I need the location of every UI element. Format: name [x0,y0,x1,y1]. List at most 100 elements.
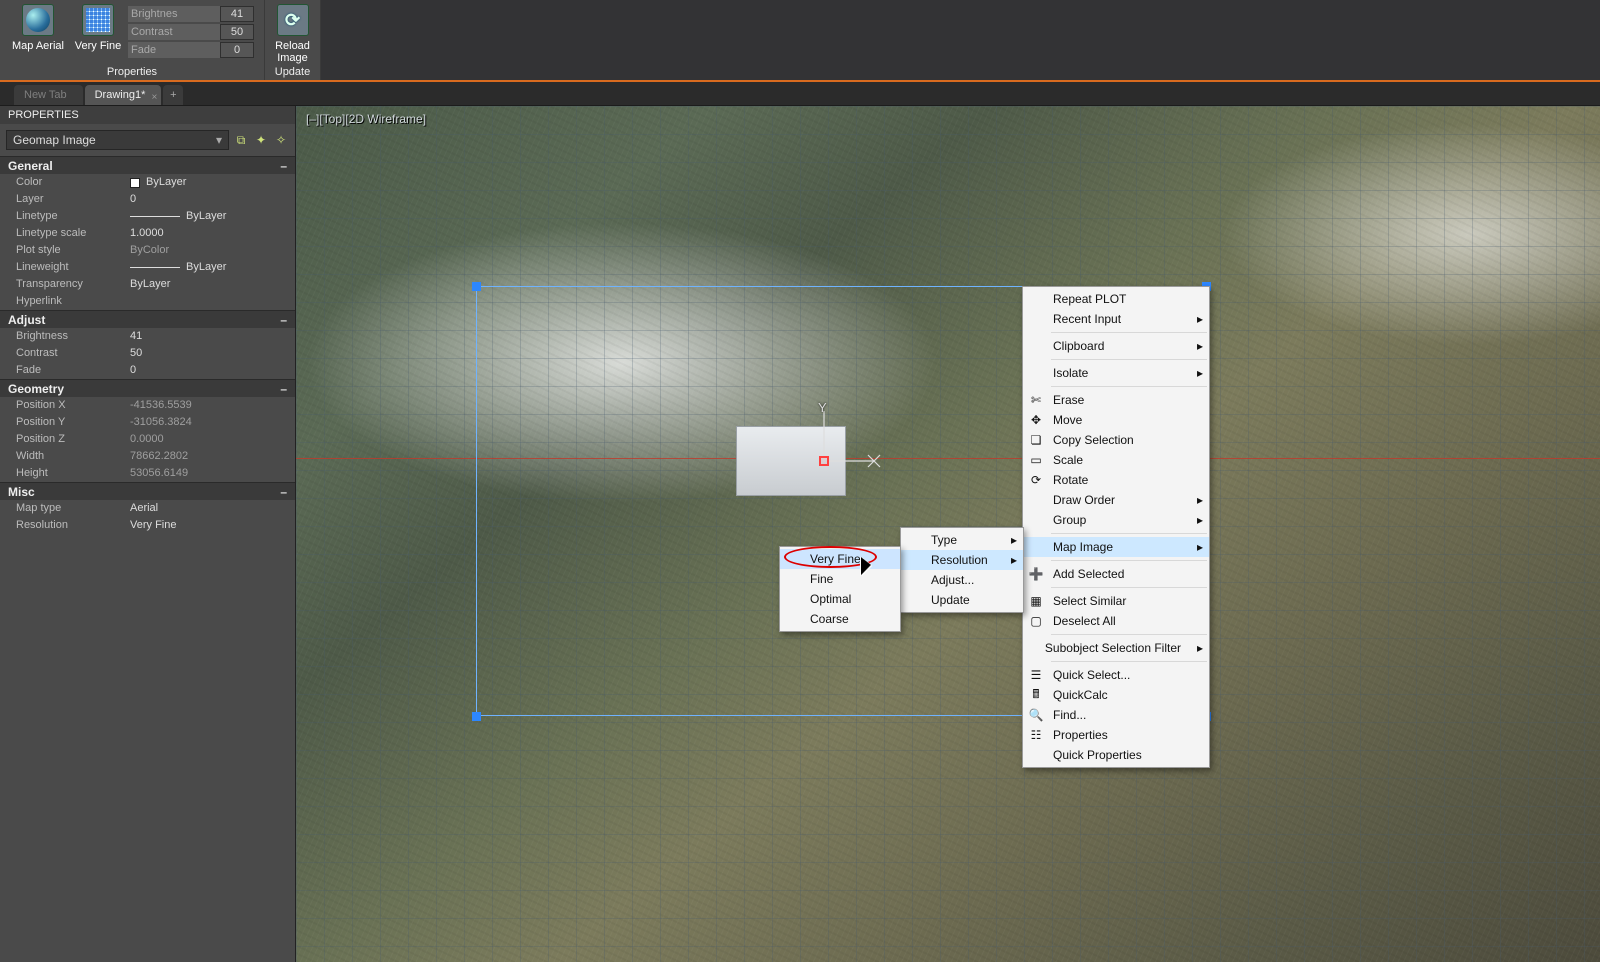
prop-plotstyle: ByColor [130,242,295,259]
section-misc[interactable]: Misc– [0,482,295,500]
ribbon-group-properties-title: Properties [8,65,256,80]
grid-icon [82,4,114,36]
quick-select-icon[interactable]: ✧ [273,132,289,148]
fade-slider[interactable]: Fade [128,42,254,58]
cmenu-find[interactable]: 🔍Find... [1023,705,1209,725]
cmenu-type[interactable]: Type▸ [901,530,1023,550]
prop-lineweight[interactable]: ByLayer [130,259,295,276]
cmenu-add-selected[interactable]: ➕Add Selected [1023,564,1209,584]
cmenu-deselect-all[interactable]: ▢Deselect All [1023,611,1209,631]
add-selected-icon: ➕ [1023,567,1049,581]
resolution-veryfine-button[interactable]: Very Fine [68,4,128,52]
drawing-viewport[interactable]: [–][Top][2D Wireframe] Y Repeat PLOT Rec… [296,106,1600,962]
cmenu-copy-selection[interactable]: ❏Copy Selection [1023,430,1209,450]
grip-top-left[interactable] [472,282,481,291]
map-aerial-button[interactable]: Map Aerial [8,4,68,52]
properties-title: PROPERTIES [0,106,295,124]
properties-icon: ☷ [1023,728,1049,742]
fade-value[interactable] [220,42,254,58]
cmenu-res-optimal[interactable]: Optimal [780,589,900,609]
cmenu-select-similar[interactable]: ▦Select Similar [1023,591,1209,611]
section-general[interactable]: General– [0,156,295,174]
grip-bottom-left[interactable] [472,712,481,721]
prop-transparency[interactable]: ByLayer [130,276,295,293]
prop-color[interactable]: ByLayer [130,174,295,191]
cmenu-draw-order[interactable]: Draw Order▸ [1023,490,1209,510]
erase-icon: ✄ [1023,393,1049,407]
cmenu-res-coarse[interactable]: Coarse [780,609,900,629]
section-geometry[interactable]: Geometry– [0,379,295,397]
ribbon-group-update-title: Update [273,65,312,80]
map-aerial-icon [22,4,54,36]
prop-layer[interactable]: 0 [130,191,295,208]
contrast-slider[interactable]: Contrast [128,24,254,40]
quickselect-icon: ☰ [1023,668,1049,682]
prop-height: 53056.6149 [130,465,295,482]
scale-icon: ▭ [1023,453,1049,467]
context-menu-mapimage: Type▸ Resolution▸ Adjust... Update [900,527,1024,613]
cmenu-clipboard[interactable]: Clipboard▸ [1023,336,1209,356]
resolution-label: Very Fine [68,40,128,52]
calc-icon: 🖩 [1023,685,1049,706]
cmenu-repeat-plot[interactable]: Repeat PLOT [1023,289,1209,309]
tab-add[interactable]: + [163,85,183,105]
context-menu: Repeat PLOT Recent Input▸ Clipboard▸ Iso… [1022,286,1210,768]
reload-image-button[interactable]: ReloadImage [273,4,312,64]
object-type-dropdown[interactable]: Geomap Image▾ [6,130,229,150]
cmenu-update[interactable]: Update [901,590,1023,610]
cmenu-map-image[interactable]: Map Image▸ [1023,537,1209,557]
brightness-value[interactable] [220,6,254,22]
close-icon[interactable]: × [152,88,158,108]
context-menu-resolution: Very Fine Fine Optimal Coarse [779,546,901,632]
cmenu-resolution[interactable]: Resolution▸ [901,550,1023,570]
deselect-icon: ▢ [1023,614,1049,628]
cmenu-subobject-filter[interactable]: Subobject Selection Filter▸ [1023,638,1209,658]
prop-linetype-scale[interactable]: 1.0000 [130,225,295,242]
toggle-pickadd-icon[interactable]: ⧉ [233,132,249,148]
cmenu-isolate[interactable]: Isolate▸ [1023,363,1209,383]
prop-position-z: 0.0000 [130,431,295,448]
map-aerial-label: Map Aerial [8,40,68,52]
prop-position-x: -41536.5539 [130,397,295,414]
brightness-slider[interactable]: Brightness [128,6,254,22]
chevron-down-icon: ▾ [216,133,222,147]
cmenu-recent-input[interactable]: Recent Input▸ [1023,309,1209,329]
prop-contrast[interactable]: 50 [130,345,295,362]
ucs-origin-grip[interactable] [819,456,829,466]
reload-icon [277,4,309,36]
ribbon: Map Aerial Very Fine Brightness Contrast [0,0,1600,82]
tab-new[interactable]: New Tab [14,85,83,105]
cmenu-scale[interactable]: ▭Scale [1023,450,1209,470]
cmenu-res-veryfine[interactable]: Very Fine [780,549,900,569]
select-objects-icon[interactable]: ✦ [253,132,269,148]
document-tabbar: New Tab Drawing1*× + [0,82,1600,106]
cmenu-quick-properties[interactable]: Quick Properties [1023,745,1209,765]
cmenu-quick-select[interactable]: ☰Quick Select... [1023,665,1209,685]
contrast-value[interactable] [220,24,254,40]
cmenu-properties[interactable]: ☷Properties [1023,725,1209,745]
ucs-icon[interactable]: Y [794,406,884,476]
prop-maptype[interactable]: Aerial [130,500,295,517]
properties-panel: PROPERTIES Geomap Image▾ ⧉ ✦ ✧ General– … [0,106,296,962]
prop-position-y: -31056.3824 [130,414,295,431]
cmenu-erase[interactable]: ✄Erase [1023,390,1209,410]
viewport-label[interactable]: [–][Top][2D Wireframe] [306,112,426,126]
prop-brightness[interactable]: 41 [130,328,295,345]
cmenu-adjust[interactable]: Adjust... [901,570,1023,590]
find-icon: 🔍 [1023,708,1049,722]
prop-width: 78662.2802 [130,448,295,465]
cmenu-res-fine[interactable]: Fine [780,569,900,589]
prop-fade[interactable]: 0 [130,362,295,379]
move-icon: ✥ [1023,413,1049,427]
section-adjust[interactable]: Adjust– [0,310,295,328]
prop-hyperlink[interactable] [130,293,295,310]
prop-linetype[interactable]: ByLayer [130,208,295,225]
prop-resolution[interactable]: Very Fine [130,517,295,534]
tab-drawing1[interactable]: Drawing1*× [85,85,162,105]
cmenu-quickcalc[interactable]: 🖩QuickCalc [1023,685,1209,705]
cmenu-group[interactable]: Group▸ [1023,510,1209,530]
cmenu-move[interactable]: ✥Move [1023,410,1209,430]
rotate-icon: ⟳ [1023,473,1049,487]
copy-icon: ❏ [1023,433,1049,447]
cmenu-rotate[interactable]: ⟳Rotate [1023,470,1209,490]
